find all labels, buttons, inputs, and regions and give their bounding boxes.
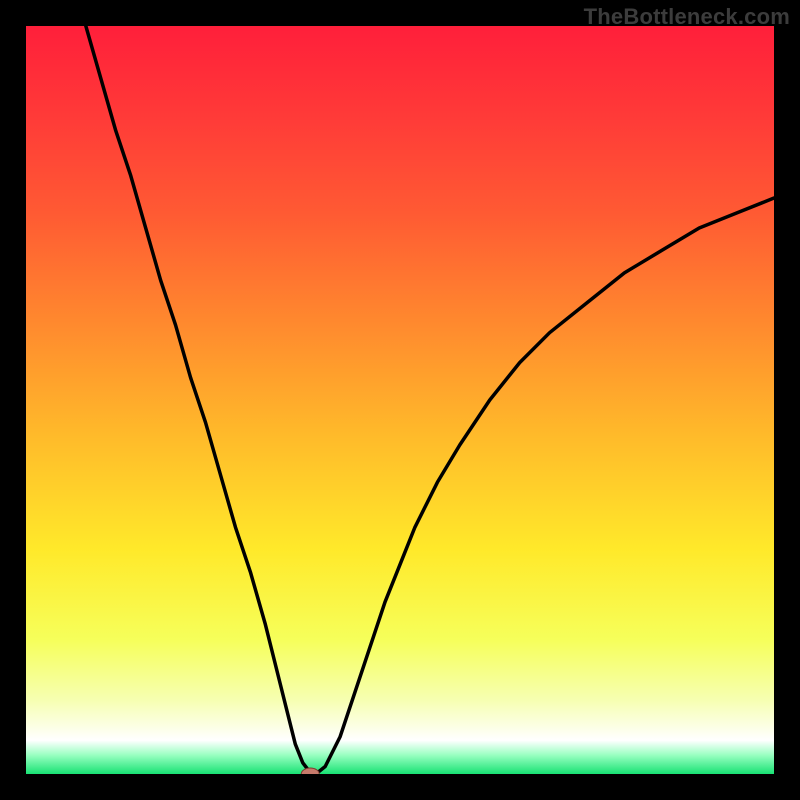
plot-background [26,26,774,774]
bottleneck-chart [26,26,774,774]
chart-frame: TheBottleneck.com [0,0,800,800]
